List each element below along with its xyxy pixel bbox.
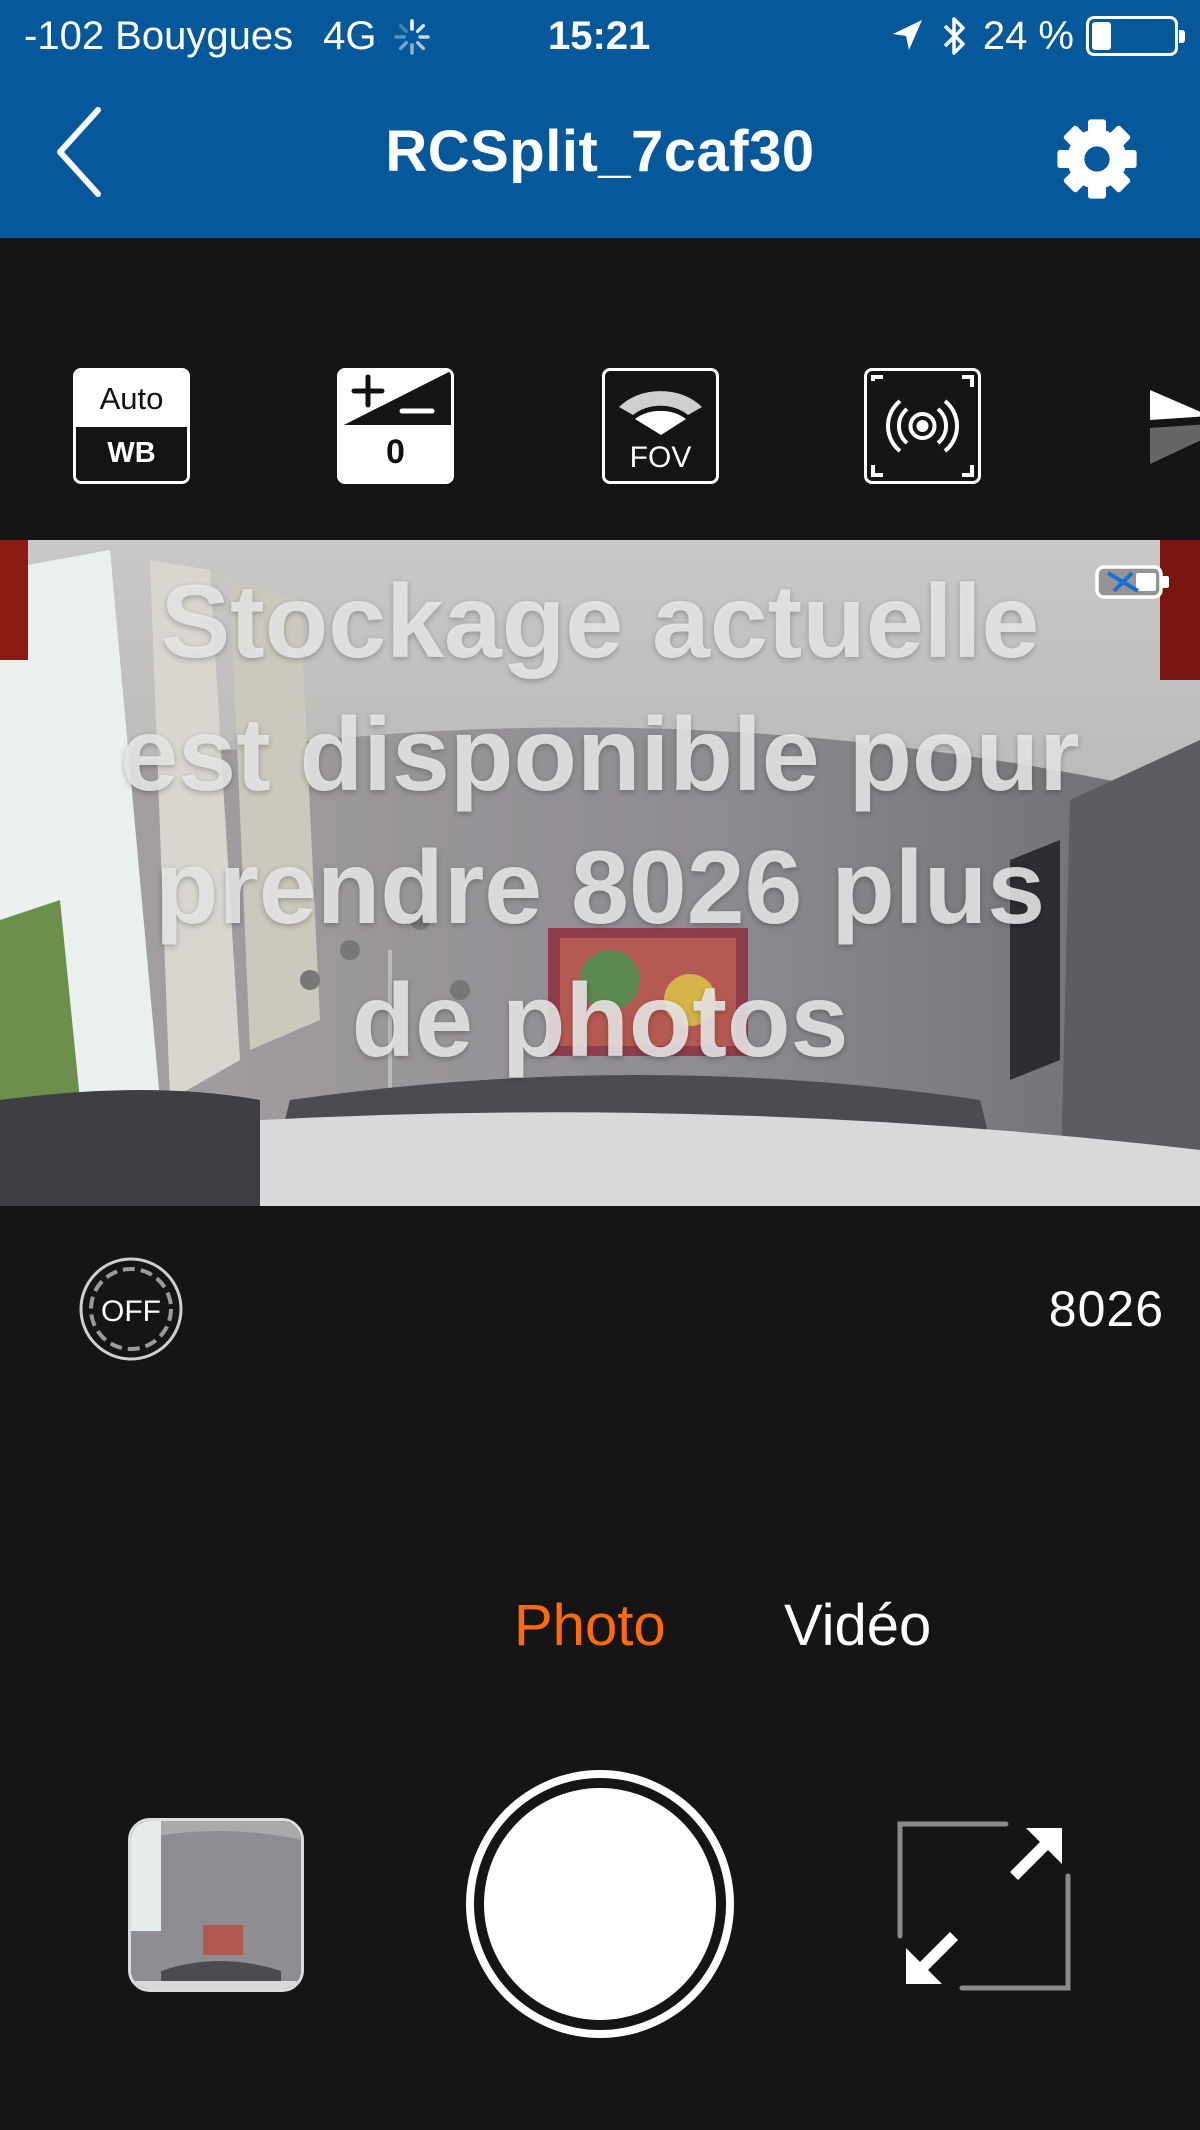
exposure-button[interactable]: 0 — [337, 368, 454, 484]
fov-label: FOV — [629, 441, 692, 474]
shutter-button[interactable] — [460, 1764, 740, 2044]
loading-spinner-icon — [394, 18, 431, 55]
mode-photo-tab[interactable]: Photo — [514, 1592, 666, 1659]
camera-preview[interactable]: Stockage actuelle est disponible pour pr… — [0, 540, 1200, 1206]
remaining-shots-count: 8026 — [1048, 1281, 1164, 1337]
gallery-thumbnail-image — [131, 1821, 301, 1989]
page-title: RCSplit_7caf30 — [385, 119, 815, 184]
next-setting-icon[interactable] — [1150, 380, 1200, 470]
network-type: 4G — [323, 14, 377, 58]
gallery-thumbnail[interactable] — [128, 1818, 304, 1992]
battery-icon — [1086, 16, 1185, 56]
header-bar: -102 Bouygues 4G 15:21 24 % RCSplit_7caf… — [0, 0, 1200, 238]
gear-icon[interactable] — [1052, 114, 1142, 204]
exposure-value: 0 — [340, 425, 451, 481]
mode-video-tab[interactable]: Vidéo — [784, 1592, 931, 1659]
battery-percent: 24 % — [982, 13, 1074, 58]
bluetooth-icon — [943, 17, 965, 55]
timer-label: OFF — [101, 1295, 161, 1328]
white-balance-button[interactable]: Auto WB — [73, 368, 190, 484]
wb-label: WB — [76, 427, 187, 481]
camera-battery-charging-icon — [1095, 565, 1169, 599]
fov-button[interactable]: FOV — [602, 368, 719, 484]
timer-toggle-button[interactable]: OFF — [78, 1256, 184, 1362]
carrier-label: -102 Bouygues — [24, 14, 294, 58]
clock: 15:21 — [548, 14, 651, 58]
status-bar: -102 Bouygues 4G 15:21 24 % — [0, 0, 1200, 76]
expand-arrows-icon[interactable] — [896, 1818, 1072, 1994]
storage-message: Stockage actuelle est disponible pour pr… — [120, 564, 1080, 1080]
camera-settings-row: Auto WB 0 FOV — [0, 238, 1200, 540]
wb-mode-label: Auto — [76, 371, 187, 427]
exposure-plus-minus-icon — [340, 371, 451, 427]
battery-level — [1092, 22, 1111, 50]
location-arrow-icon — [892, 20, 922, 50]
wide-angle-icon — [619, 391, 702, 435]
metering-button[interactable] — [864, 368, 981, 484]
spot-metering-icon — [871, 375, 974, 477]
